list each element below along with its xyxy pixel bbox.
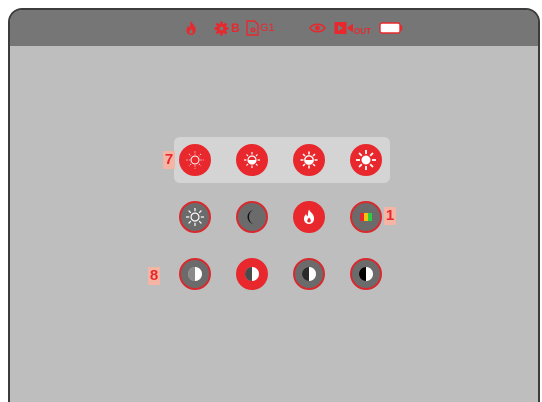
contrast-level-3-button[interactable] <box>293 258 325 290</box>
flame-icon <box>303 209 315 224</box>
brightness-level-4-button[interactable] <box>350 144 382 176</box>
thermal-mode-button[interactable] <box>293 201 325 233</box>
contrast-1-icon <box>188 267 202 281</box>
contrast-level-2-button[interactable] <box>236 258 268 290</box>
night-mode-button[interactable] <box>236 201 268 233</box>
status-bar: B G1 OUT <box>10 10 538 46</box>
contrast-level-4-button[interactable] <box>350 258 382 290</box>
video-out-icon <box>334 21 354 35</box>
brightness-4-icon <box>356 150 376 170</box>
contrast-4-icon <box>359 267 373 281</box>
battery-icon <box>379 10 403 46</box>
callout-1: 1 <box>384 207 396 225</box>
eye-icon <box>309 10 326 46</box>
callout-8: 8 <box>148 267 160 285</box>
video-out-indicator: OUT <box>334 10 371 46</box>
brightness-level-3-button[interactable] <box>293 144 325 176</box>
file-mode-indicator: G1 <box>246 10 275 46</box>
contrast-3-icon <box>302 267 316 281</box>
contrast-level-1-button[interactable] <box>179 258 211 290</box>
flame-icon <box>184 10 198 46</box>
brightness-1-icon <box>186 151 204 169</box>
file-gear-icon <box>246 20 259 36</box>
gear-icon <box>214 20 229 36</box>
white-balance-indicator: B <box>214 10 240 46</box>
color-palette-icon <box>360 213 372 221</box>
file-label: G1 <box>260 21 275 34</box>
callout-7: 7 <box>163 151 175 169</box>
brightness-level-2-button[interactable] <box>236 144 268 176</box>
brightness-level-1-button[interactable] <box>179 144 211 176</box>
brightness-3-icon <box>300 151 318 169</box>
contrast-2-icon <box>245 267 259 281</box>
video-out-label: OUT <box>354 27 371 36</box>
device-screen: B G1 OUT 7 1 8 <box>8 8 540 402</box>
brightness-2-icon <box>244 152 260 168</box>
color-palette-button[interactable] <box>350 201 382 233</box>
brightness-auto-icon <box>186 208 204 226</box>
auto-brightness-button[interactable] <box>179 201 211 233</box>
night-icon <box>247 210 255 224</box>
wb-label: B <box>231 21 240 35</box>
